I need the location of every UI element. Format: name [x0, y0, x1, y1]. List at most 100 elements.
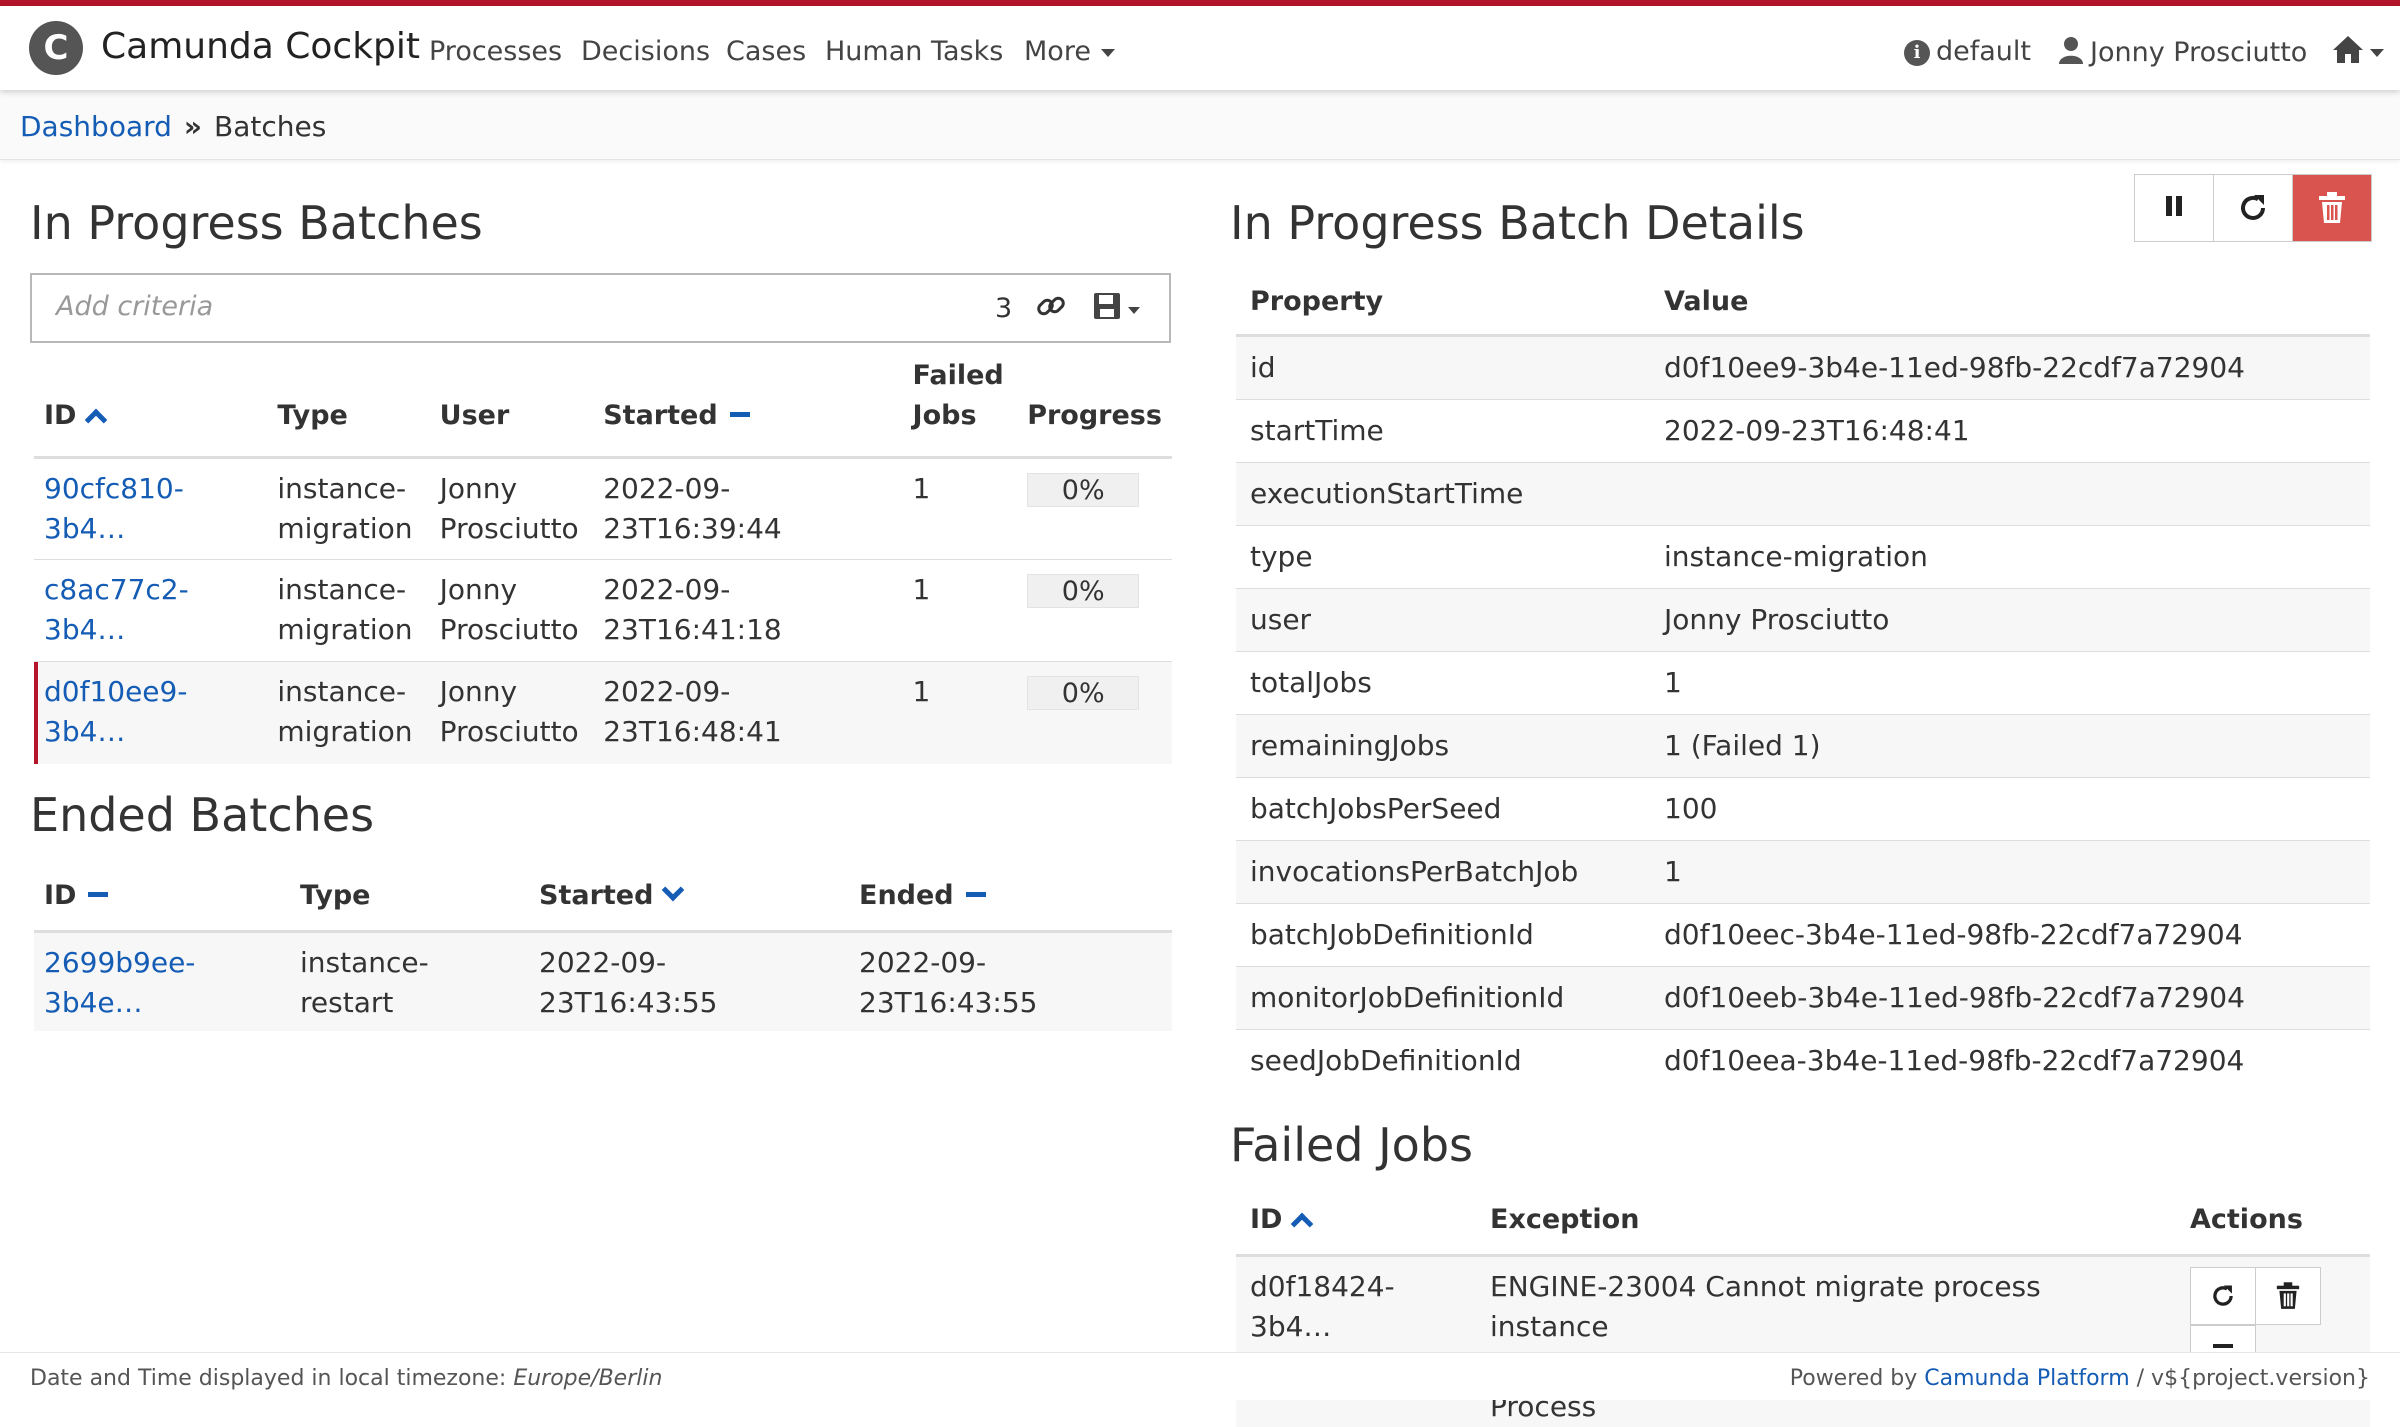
sort-none-icon[interactable] — [730, 412, 750, 417]
batch-id-link[interactable]: 90cfc810-3b4… — [44, 472, 184, 545]
table-row[interactable]: c8ac77c2-3b4… instance-migration JonnyPr… — [34, 560, 1172, 662]
property-value: 2022-09-23T16:48:41 — [1650, 400, 2370, 463]
table-row: totalJobs1 — [1236, 652, 2370, 715]
property-value: d0f10eeb-3b4e-11ed-98fb-22cdf7a72904 — [1650, 967, 2370, 1030]
table-row: batchJobsPerSeed100 — [1236, 778, 2370, 841]
property-name: id — [1236, 336, 1650, 400]
column-header-started[interactable]: Started — [593, 350, 902, 458]
refresh-icon — [2210, 1283, 2236, 1309]
failed-job-id: d0f18424-3b4… — [1236, 1256, 1476, 1427]
batch-failed-jobs: 1 — [903, 458, 1018, 560]
table-header-row: ID Type Started Ended — [34, 868, 1172, 932]
batch-started: 2022-09-23T16:48:41 — [593, 662, 902, 764]
property-name: remainingJobs — [1236, 715, 1650, 778]
nav-processes[interactable]: Processes — [429, 36, 562, 67]
pause-icon — [2164, 196, 2184, 220]
progress-bar: 0% — [1027, 676, 1139, 710]
table-row[interactable]: 2699b9ee-3b4e… instance-restart 2022-09-… — [34, 932, 1172, 1032]
column-header-property: Property — [1236, 282, 1650, 336]
property-value: Jonny Prosciutto — [1650, 589, 2370, 652]
property-name: batchJobDefinitionId — [1236, 904, 1650, 967]
sort-none-icon[interactable] — [966, 892, 986, 897]
column-header-id[interactable]: ID — [1236, 1200, 1476, 1256]
property-value — [1650, 463, 2370, 526]
table-row: startTime2022-09-23T16:48:41 — [1236, 400, 2370, 463]
progress-bar: 0% — [1027, 473, 1139, 507]
property-value: d0f10eec-3b4e-11ed-98fb-22cdf7a72904 — [1650, 904, 2370, 967]
column-header-exception: Exception — [1476, 1200, 2176, 1256]
column-header-progress: Progress — [1017, 350, 1172, 458]
table-row: userJonny Prosciutto — [1236, 589, 2370, 652]
property-value: 1 — [1650, 841, 2370, 904]
ended-batches-title: Ended Batches — [30, 788, 374, 842]
engine-selector[interactable]: idefault — [1904, 36, 2031, 67]
sort-descending-icon[interactable] — [662, 879, 685, 902]
property-value: instance-migration — [1650, 526, 2370, 589]
table-header-row: Property Value — [1236, 282, 2370, 336]
trash-icon — [2318, 192, 2346, 224]
nav-decisions[interactable]: Decisions — [581, 36, 710, 67]
app-title[interactable]: Camunda Cockpit — [101, 26, 420, 67]
column-header-type: Type — [290, 868, 529, 932]
batch-ended: 2022-09-23T16:43:55 — [849, 932, 1172, 1032]
collapse-button[interactable] — [2190, 1325, 2256, 1355]
column-header-id[interactable]: ID — [34, 350, 267, 458]
batch-id-link[interactable]: d0f10ee9-3b4… — [44, 675, 187, 748]
sort-ascending-icon[interactable] — [85, 409, 108, 432]
suspend-batch-button[interactable] — [2135, 175, 2214, 241]
camunda-platform-link[interactable]: Camunda Platform — [1924, 1366, 2129, 1391]
batch-started: 2022-09-23T16:39:44 — [593, 458, 902, 560]
batch-details-table: Property Value idd0f10ee9-3b4e-11ed-98fb… — [1236, 282, 2370, 1092]
footer: Date and Time displayed in local timezon… — [0, 1352, 2400, 1400]
retry-batch-button[interactable] — [2214, 175, 2293, 241]
batch-user: JonnyProsciutto — [430, 662, 594, 764]
chevron-down-icon — [2370, 49, 2384, 57]
ended-batches-table: ID Type Started Ended 2699b9ee-3b4e… ins… — [34, 868, 1172, 1031]
column-header-user: User — [430, 350, 594, 458]
property-name: invocationsPerBatchJob — [1236, 841, 1650, 904]
home-menu[interactable] — [2332, 34, 2384, 67]
batch-actions-toolbar — [2134, 174, 2372, 242]
in-progress-batches-table: ID Type User Started FailedJobs Progress… — [34, 350, 1172, 764]
breadcrumb-dashboard-link[interactable]: Dashboard — [20, 110, 172, 143]
batch-id-link[interactable]: c8ac77c2-3b4… — [44, 573, 189, 646]
table-row-selected[interactable]: d0f10ee9-3b4… instance-migration JonnyPr… — [34, 662, 1172, 764]
progress-bar: 0% — [1027, 574, 1139, 608]
nav-more-dropdown[interactable]: More — [1024, 36, 1115, 67]
search-result-count: 3 — [995, 293, 1012, 324]
property-name: executionStartTime — [1236, 463, 1650, 526]
link-icon[interactable] — [1034, 289, 1068, 327]
column-header-started[interactable]: Started — [529, 868, 849, 932]
table-row[interactable]: 90cfc810-3b4… instance-migration JonnyPr… — [34, 458, 1172, 560]
batch-id-link[interactable]: 2699b9ee-3b4e… — [44, 946, 195, 1019]
camunda-logo-icon[interactable]: C — [29, 21, 83, 75]
sort-ascending-icon[interactable] — [1291, 1213, 1314, 1236]
retry-job-button[interactable] — [2190, 1267, 2256, 1325]
delete-job-button[interactable] — [2255, 1267, 2321, 1325]
column-header-id[interactable]: ID — [34, 868, 290, 932]
property-value: d0f10eea-3b4e-11ed-98fb-22cdf7a72904 — [1650, 1030, 2370, 1093]
version-label: / v${project.version} — [2137, 1366, 2370, 1391]
column-header-actions: Actions — [2176, 1200, 2370, 1256]
search-criteria-input[interactable]: Add criteria 3 — [30, 273, 1171, 343]
table-row: seedJobDefinitionIdd0f10eea-3b4e-11ed-98… — [1236, 1030, 2370, 1093]
table-row: executionStartTime — [1236, 463, 2370, 526]
column-header-ended[interactable]: Ended — [849, 868, 1172, 932]
sort-none-icon[interactable] — [88, 892, 108, 897]
breadcrumb-current: Batches — [214, 110, 326, 143]
user-menu[interactable]: Jonny Prosciutto — [2058, 36, 2307, 68]
table-row: remainingJobs1 (Failed 1) — [1236, 715, 2370, 778]
save-criteria-dropdown[interactable] — [1092, 291, 1142, 329]
nav-human-tasks[interactable]: Human Tasks — [825, 36, 1003, 67]
failed-job-actions — [2176, 1256, 2370, 1427]
property-name: batchJobsPerSeed — [1236, 778, 1650, 841]
failed-job-exception: ENGINE-23004 Cannot migrate process inst… — [1476, 1256, 2176, 1427]
search-criteria-placeholder: Add criteria — [56, 291, 213, 322]
nav-cases[interactable]: Cases — [726, 36, 806, 67]
batch-started: 2022-09-23T16:43:55 — [529, 932, 849, 1032]
property-name: seedJobDefinitionId — [1236, 1030, 1650, 1093]
failed-jobs-title: Failed Jobs — [1230, 1118, 1473, 1172]
batch-type: instance-migration — [267, 662, 429, 764]
delete-batch-button[interactable] — [2293, 175, 2371, 241]
table-row: invocationsPerBatchJob1 — [1236, 841, 2370, 904]
